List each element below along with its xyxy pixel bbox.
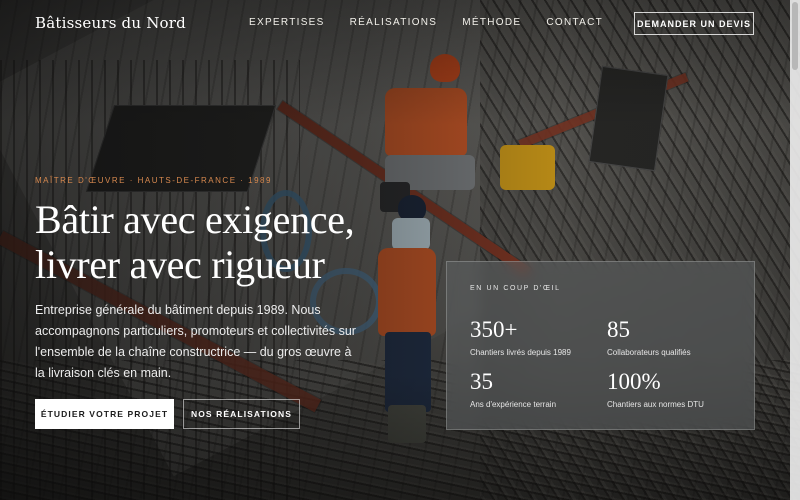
main-nav: EXPERTISES RÉALISATIONS MÉTHODE CONTACT	[249, 17, 628, 28]
stat-value: 350+	[470, 317, 518, 342]
study-project-button[interactable]: ÉTUDIER VOTRE PROJET	[35, 399, 174, 429]
stat-label: Chantiers aux normes DTU	[607, 400, 704, 409]
nav-link-contact[interactable]: CONTACT	[546, 17, 603, 28]
hero-title-line-1: Bâtir avec exigence,	[35, 197, 355, 242]
stats-card: EN UN COUP D'ŒIL 350+ Chantiers livrés d…	[446, 261, 755, 430]
our-projects-button[interactable]: NOS RÉALISATIONS	[183, 399, 300, 429]
stat-value: 35	[470, 369, 493, 394]
stat-label: Chantiers livrés depuis 1989	[470, 348, 571, 357]
nav-link-methode[interactable]: MÉTHODE	[462, 17, 521, 28]
hero-description: Entreprise générale du bâtiment depuis 1…	[35, 303, 356, 380]
site-logo[interactable]: Bâtisseurs du Nord	[35, 14, 186, 32]
hero-title-line-2: livrer avec rigueur	[35, 242, 325, 287]
stat-label: Ans d'expérience terrain	[470, 400, 557, 409]
scrollbar-thumb[interactable]	[792, 2, 798, 70]
stat-value: 85	[607, 317, 630, 342]
stat-value: 100%	[607, 369, 661, 394]
stat-label: Collaborateurs qualifiés	[607, 348, 691, 357]
stat-compliance: 100% Chantiers aux normes DTU	[607, 369, 704, 409]
stat-years: 35 Ans d'expérience terrain	[470, 369, 556, 409]
nav-link-realisations[interactable]: RÉALISATIONS	[350, 17, 438, 28]
stat-staff: 85 Collaborateurs qualifiés	[607, 317, 691, 357]
stat-projects: 350+ Chantiers livrés depuis 1989	[470, 317, 571, 357]
page-scrollbar[interactable]	[790, 0, 800, 500]
hero-eyebrow: MAÎTRE D'ŒUVRE · HAUTS-DE-FRANCE · 1989	[35, 176, 272, 185]
request-quote-button[interactable]: DEMANDER UN DEVIS	[634, 12, 754, 35]
stats-card-label: EN UN COUP D'ŒIL	[470, 285, 561, 292]
hero-title: Bâtir avec exigence, livrer avec rigueur	[35, 197, 355, 287]
nav-link-expertises[interactable]: EXPERTISES	[249, 17, 325, 28]
